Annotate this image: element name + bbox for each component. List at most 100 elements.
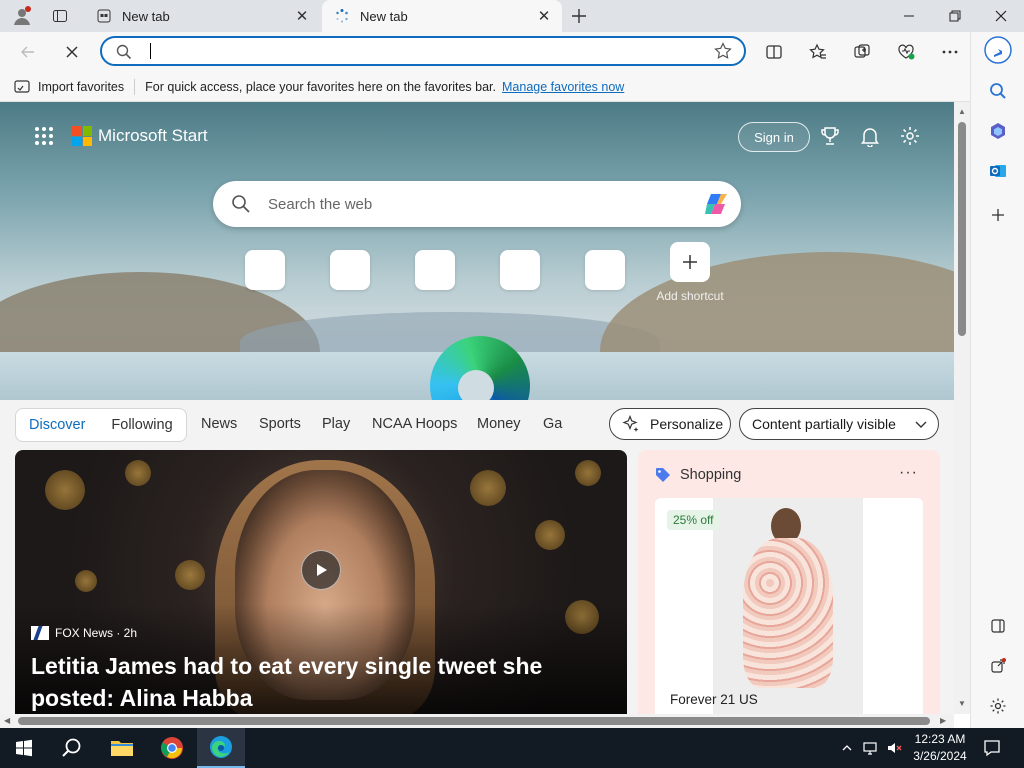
web-search-box[interactable] xyxy=(213,181,741,227)
shortcut-tile[interactable] xyxy=(330,250,370,290)
price-tag-icon xyxy=(656,468,670,482)
start-page: Microsoft Start Sign in Search the web A… xyxy=(0,102,954,714)
microsoft-365-icon[interactable] xyxy=(984,117,1012,145)
add-sidebar-app-icon[interactable] xyxy=(984,201,1012,229)
tab-new-tab-1[interactable]: New tab ✕ xyxy=(84,0,320,32)
news-card[interactable]: FOX News · 2h Letitia James had to eat e… xyxy=(15,450,627,714)
text-caret xyxy=(150,43,151,59)
profile-icon[interactable] xyxy=(12,6,32,26)
show-hidden-icons-chevron-icon[interactable] xyxy=(839,740,855,756)
add-shortcut-button[interactable] xyxy=(670,242,710,282)
shortcut-tile[interactable] xyxy=(415,250,455,290)
scroll-down-arrow-icon[interactable]: ▼ xyxy=(957,698,967,708)
horizontal-scrollbar[interactable]: ◀ ▶ xyxy=(0,714,954,728)
copilot-icon[interactable] xyxy=(703,191,733,217)
content-visibility-dropdown[interactable]: Content partially visible xyxy=(739,408,939,440)
network-icon[interactable] xyxy=(862,740,878,756)
product-card[interactable]: 25% off Forever 21 US xyxy=(655,498,923,714)
news-source-label: FOX News · 2h xyxy=(55,626,138,640)
sidebar-settings-icon[interactable] xyxy=(984,692,1012,720)
web-search-input[interactable] xyxy=(268,189,688,219)
close-tab-icon[interactable]: ✕ xyxy=(292,6,312,26)
notification-center-icon[interactable] xyxy=(982,738,1002,758)
back-arrow-icon[interactable] xyxy=(14,38,42,66)
shortcut-tile[interactable] xyxy=(585,250,625,290)
volume-muted-icon[interactable] xyxy=(886,740,902,756)
shortcut-tile[interactable] xyxy=(500,250,540,290)
nav-link-games[interactable]: Ga xyxy=(543,416,562,432)
sign-in-button[interactable]: Sign in xyxy=(738,122,810,152)
chevron-down-icon xyxy=(914,417,928,434)
import-favorites-button[interactable]: Import favorites xyxy=(14,79,124,95)
nav-link-play[interactable]: Play xyxy=(322,416,350,432)
vertical-scrollbar[interactable]: ▲ ▼ xyxy=(954,102,970,714)
favorites-divider xyxy=(134,78,136,95)
tab-new-tab-2[interactable]: New tab ✕ xyxy=(322,0,562,32)
shopping-header[interactable]: Shopping xyxy=(654,466,741,484)
microsoft-logo-icon xyxy=(72,126,92,146)
nav-link-money[interactable]: Money xyxy=(477,416,521,432)
edge-taskbar-icon[interactable] xyxy=(197,728,245,768)
chrome-icon[interactable] xyxy=(148,728,196,768)
restore-icon[interactable] xyxy=(932,0,978,32)
shortcut-tile[interactable] xyxy=(245,250,285,290)
add-favorite-star-icon[interactable] xyxy=(714,42,732,63)
outlook-icon[interactable] xyxy=(984,157,1012,185)
discount-badge: 25% off xyxy=(667,510,720,530)
microsoft-start-brand[interactable]: Microsoft Start xyxy=(72,126,208,146)
vertical-scroll-thumb[interactable] xyxy=(958,122,966,336)
external-link-icon[interactable] xyxy=(984,652,1012,680)
more-options-icon[interactable]: ··· xyxy=(899,464,918,482)
address-input[interactable] xyxy=(154,40,694,62)
app-launcher-icon[interactable] xyxy=(34,126,54,149)
address-bar[interactable] xyxy=(100,36,746,66)
brand-name: Microsoft Start xyxy=(98,126,208,145)
scroll-right-arrow-icon[interactable]: ▶ xyxy=(940,716,946,725)
collections-icon[interactable] xyxy=(848,38,876,66)
close-window-icon[interactable] xyxy=(978,0,1024,32)
split-screen-icon[interactable] xyxy=(760,38,788,66)
copilot-icon[interactable] xyxy=(984,36,1012,64)
browser-essentials-icon[interactable] xyxy=(892,38,920,66)
horizontal-scroll-thumb[interactable] xyxy=(18,717,930,725)
file-explorer-icon[interactable] xyxy=(98,728,146,768)
favorites-icon[interactable] xyxy=(804,38,832,66)
taskbar-search-icon[interactable] xyxy=(48,728,96,768)
tab-discover[interactable]: Discover xyxy=(16,417,98,433)
news-source[interactable]: FOX News · 2h xyxy=(31,626,137,640)
search-icon xyxy=(231,194,251,217)
scroll-left-arrow-icon[interactable]: ◀ xyxy=(4,716,10,725)
tab-following[interactable]: Following xyxy=(98,417,185,433)
new-tab-plus-icon[interactable] xyxy=(569,6,589,26)
close-tab-icon[interactable]: ✕ xyxy=(534,6,554,26)
start-button[interactable] xyxy=(0,728,48,768)
personalize-button[interactable]: Personalize xyxy=(609,408,731,440)
tab-actions-icon[interactable] xyxy=(50,6,70,26)
add-shortcut-label: Add shortcut xyxy=(656,289,724,303)
nav-link-news[interactable]: News xyxy=(201,416,237,432)
hide-sidebar-icon[interactable] xyxy=(984,612,1012,640)
stop-loading-icon[interactable] xyxy=(58,38,86,66)
shopping-card: Shopping ··· 25% off Forever 21 US xyxy=(638,450,940,714)
news-headline[interactable]: Letitia James had to eat every single tw… xyxy=(31,650,591,714)
store-name: Forever 21 US xyxy=(670,692,758,707)
nav-link-sports[interactable]: Sports xyxy=(259,416,301,432)
page-settings-gear-icon[interactable] xyxy=(898,124,922,148)
nav-link-ncaa-hoops[interactable]: NCAA Hoops xyxy=(372,416,457,432)
windows-logo-icon xyxy=(16,739,32,757)
play-video-icon[interactable] xyxy=(301,550,341,590)
new-tab-page-icon xyxy=(96,8,112,24)
sparkle-icon xyxy=(622,415,639,432)
more-options-icon[interactable] xyxy=(936,38,964,66)
scroll-up-arrow-icon[interactable]: ▲ xyxy=(957,106,967,116)
sidebar-search-icon[interactable] xyxy=(984,77,1012,105)
manage-favorites-link[interactable]: Manage favorites now xyxy=(502,80,624,94)
rewards-trophy-icon[interactable] xyxy=(818,124,842,148)
taskbar-clock[interactable]: 12:23 AM 3/26/2024 xyxy=(908,731,972,765)
product-image-dress xyxy=(743,538,833,688)
hero-background: Microsoft Start Sign in Search the web A… xyxy=(0,102,954,402)
bokeh-light xyxy=(45,470,85,510)
notifications-bell-icon[interactable] xyxy=(858,124,882,148)
bokeh-light xyxy=(470,470,506,506)
minimize-icon[interactable] xyxy=(886,0,932,32)
